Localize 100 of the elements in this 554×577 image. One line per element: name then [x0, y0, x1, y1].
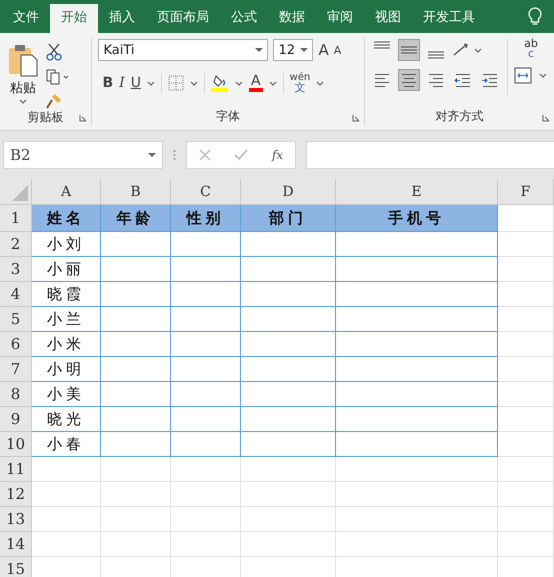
table-cell[interactable] [171, 282, 241, 307]
table-cell[interactable] [101, 382, 171, 407]
table-cell[interactable] [241, 382, 336, 407]
table-cell[interactable] [336, 232, 498, 257]
row-header[interactable]: 12 [0, 482, 32, 507]
formula-input[interactable] [306, 141, 554, 169]
table-cell[interactable] [171, 357, 241, 382]
format-painter-icon[interactable] [46, 93, 62, 109]
bold-button[interactable]: B [102, 75, 114, 91]
row-header[interactable]: 4 [0, 282, 32, 307]
header-cell[interactable]: 部门 [241, 205, 336, 232]
table-cell[interactable] [101, 257, 171, 282]
table-cell[interactable]: 小丽 [32, 257, 101, 282]
merge-cells-icon[interactable] [514, 67, 548, 85]
table-cell[interactable]: 晓霞 [32, 282, 101, 307]
table-cell[interactable] [171, 382, 241, 407]
table-cell[interactable] [241, 257, 336, 282]
table-cell[interactable] [336, 307, 498, 332]
checkmark-icon[interactable] [234, 149, 248, 161]
table-cell[interactable] [171, 307, 241, 332]
font-color-button[interactable]: A [248, 74, 263, 92]
header-cell[interactable]: 姓名 [32, 205, 101, 232]
row-header[interactable]: 8 [0, 382, 32, 407]
table-cell[interactable] [241, 232, 336, 257]
header-cell[interactable]: 手机号 [336, 205, 498, 232]
row-header[interactable]: 1 [0, 205, 32, 232]
table-cell[interactable]: 小兰 [32, 307, 101, 332]
row-header[interactable]: 11 [0, 457, 32, 482]
paste-button[interactable]: 粘贴 [6, 39, 40, 108]
row-header[interactable]: 9 [0, 407, 32, 432]
middle-align-button[interactable] [398, 39, 420, 61]
lightbulb-icon[interactable] [528, 7, 542, 27]
caret-icon[interactable] [268, 80, 277, 86]
ribbon-tab[interactable]: 插入 [98, 4, 146, 33]
cancel-icon[interactable] [198, 149, 211, 161]
row-header[interactable]: 7 [0, 357, 32, 382]
caret-icon[interactable] [190, 80, 198, 86]
caret-icon[interactable] [146, 80, 155, 86]
ribbon-tab[interactable]: 视图 [364, 4, 412, 33]
row-header[interactable]: 3 [0, 257, 32, 282]
row-header[interactable]: 5 [0, 307, 32, 332]
table-cell[interactable] [101, 407, 171, 432]
table-cell[interactable]: 小明 [32, 357, 101, 382]
table-cell[interactable] [101, 332, 171, 357]
ribbon-tab[interactable]: 开发工具 [412, 4, 486, 33]
table-cell[interactable] [171, 332, 241, 357]
font-name-dropdown[interactable]: KaiTi [98, 39, 268, 61]
table-cell[interactable] [171, 232, 241, 257]
ribbon-tab[interactable]: 审阅 [316, 4, 364, 33]
name-box[interactable]: B2 [3, 141, 163, 169]
center-button[interactable] [398, 69, 420, 91]
dialog-launcher-icon[interactable] [352, 114, 360, 122]
row-header[interactable]: 2 [0, 232, 32, 257]
row-header[interactable]: 14 [0, 532, 32, 557]
table-cell[interactable] [336, 432, 498, 457]
table-cell[interactable] [336, 382, 498, 407]
caret-icon[interactable] [316, 80, 324, 86]
table-cell[interactable] [101, 232, 171, 257]
table-cell[interactable]: 小美 [32, 382, 101, 407]
copy-icon[interactable] [46, 69, 70, 85]
text-orientation-icon[interactable] [452, 42, 482, 58]
font-size-dropdown[interactable]: 12 [273, 39, 314, 61]
table-cell[interactable] [171, 407, 241, 432]
underline-button[interactable]: U [130, 75, 141, 91]
table-cell[interactable]: 小春 [32, 432, 101, 457]
table-cell[interactable]: 小刘 [32, 232, 101, 257]
ribbon-tab[interactable]: 数据 [268, 4, 316, 33]
table-cell[interactable] [241, 357, 336, 382]
column-header[interactable]: F [498, 179, 554, 205]
table-cell[interactable] [101, 307, 171, 332]
table-cell[interactable] [101, 282, 171, 307]
ribbon-tab[interactable]: 开始 [50, 4, 98, 33]
phonetic-guide-button[interactable]: wén 文 [290, 73, 310, 93]
table-cell[interactable] [241, 332, 336, 357]
table-cell[interactable] [241, 432, 336, 457]
table-cell[interactable] [336, 407, 498, 432]
table-cell[interactable]: 小米 [32, 332, 101, 357]
table-cell[interactable]: 晓光 [32, 407, 101, 432]
increase-font-size-button[interactable]: A [318, 41, 329, 59]
table-cell[interactable] [171, 257, 241, 282]
scissors-icon[interactable] [46, 43, 62, 61]
row-header[interactable]: 13 [0, 507, 32, 532]
dialog-launcher-icon[interactable] [542, 114, 550, 122]
table-cell[interactable] [171, 432, 241, 457]
row-header[interactable]: 15 [0, 557, 32, 577]
header-cell[interactable]: 性别 [171, 205, 241, 232]
table-cell[interactable] [336, 257, 498, 282]
table-cell[interactable] [336, 332, 498, 357]
wrap-text-button[interactable]: ab c [514, 39, 548, 59]
table-cell[interactable] [241, 282, 336, 307]
row-header[interactable]: 6 [0, 332, 32, 357]
table-cell[interactable] [101, 432, 171, 457]
borders-icon[interactable] [168, 75, 184, 91]
ribbon-tab[interactable]: 公式 [220, 4, 268, 33]
table-cell[interactable] [241, 307, 336, 332]
insert-function-button[interactable]: fx [272, 148, 284, 162]
ribbon-tab[interactable]: 文件 [2, 4, 50, 33]
table-cell[interactable] [241, 407, 336, 432]
dialog-launcher-icon[interactable] [79, 114, 88, 122]
table-cell[interactable] [101, 357, 171, 382]
